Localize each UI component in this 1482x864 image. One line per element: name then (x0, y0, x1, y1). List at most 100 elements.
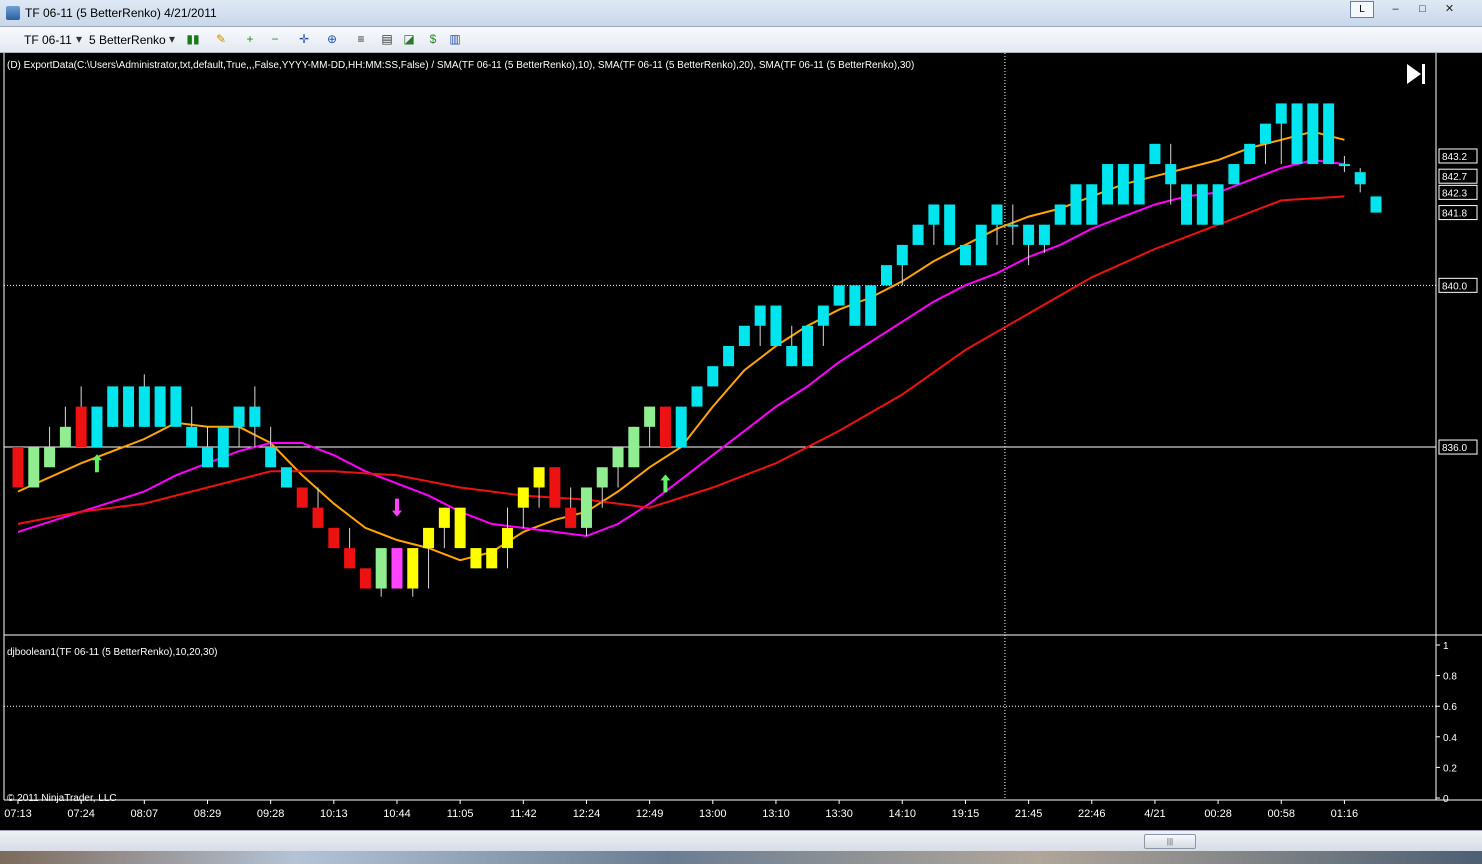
zoom-box-icon[interactable]: ⊕ (325, 32, 339, 46)
time-label: 13:00 (699, 808, 727, 820)
candle-body (75, 406, 87, 448)
candle-body (1275, 103, 1287, 124)
panel2-tick-label: 0.2 (1443, 763, 1457, 774)
close-button[interactable]: ✕ (1436, 0, 1463, 18)
chart-properties-icon[interactable]: ▥ (448, 32, 462, 46)
candle-body (1133, 164, 1145, 205)
candle-body (1181, 184, 1193, 225)
sma-line (17, 158, 1345, 538)
candle-body (59, 426, 71, 448)
properties-icon[interactable]: $ (426, 32, 440, 46)
candle-body (723, 345, 735, 367)
indicators-icon[interactable]: ≡ (354, 32, 368, 46)
candle-body (770, 305, 782, 346)
period-selector[interactable]: 5 BetterRenko (89, 33, 166, 47)
window-titlebar: TF 06-11 (5 BetterRenko) 4/21/2011 L – □… (0, 0, 1482, 27)
candle-body (407, 548, 419, 589)
minimize-button[interactable]: – (1382, 0, 1409, 18)
time-label: 08:29 (194, 808, 222, 820)
zoom-in-icon[interactable]: + (243, 32, 257, 46)
horizontal-scrollbar[interactable]: ||| (0, 830, 1482, 851)
time-label: 07:13 (4, 808, 32, 820)
candle-body (565, 507, 577, 528)
price-label: 841.8 (1442, 209, 1467, 220)
time-label: 12:24 (573, 808, 601, 820)
candle-body (1259, 123, 1271, 144)
candle-body (1338, 164, 1350, 167)
panel2-tick-label: 0.8 (1443, 672, 1457, 683)
candle-body (1370, 196, 1382, 213)
candle-body (628, 426, 640, 468)
candle-body (502, 527, 514, 549)
candle-body (344, 548, 356, 569)
time-label: 00:58 (1267, 808, 1295, 820)
candle-body (817, 305, 829, 326)
candle-body (486, 548, 498, 569)
candle-body (312, 507, 324, 528)
candle-body (1165, 164, 1177, 185)
bar-type-icon[interactable]: ▮▮ (186, 32, 200, 46)
app-icon (6, 6, 20, 20)
axis-layer: 843.2 842.7 842.3 841.8 840.0 836.0 1 0.8 0.6 0.4… (4, 148, 1478, 820)
candle-body (44, 447, 56, 468)
candle-body (233, 406, 245, 427)
restore-button[interactable]: □ (1409, 0, 1436, 18)
candle-body (533, 467, 545, 488)
candle-body (1307, 103, 1319, 165)
candle-body (1102, 164, 1114, 205)
sma-line (17, 195, 1345, 525)
strategies-icon[interactable]: ▤ (380, 32, 394, 46)
candle-body (754, 305, 766, 326)
skip-to-end-icon[interactable] (1407, 64, 1425, 84)
candle-body (249, 406, 261, 427)
candle-body (1228, 164, 1240, 185)
candle-body (265, 447, 277, 468)
period-dropdown-icon[interactable]: ▾ (165, 32, 179, 46)
candle-body (1023, 224, 1035, 245)
instrument-selector[interactable]: TF 06-11 (24, 33, 72, 47)
time-label: 13:30 (825, 808, 853, 820)
data-box-icon[interactable]: ◪ (402, 32, 416, 46)
time-label: 4/21 (1144, 808, 1165, 820)
link-button[interactable]: L (1350, 1, 1374, 18)
candle-body (580, 487, 592, 528)
candle-body (280, 467, 292, 488)
candle-body (991, 204, 1003, 225)
candle-body (138, 386, 150, 427)
panel2-label: djboolean1(TF 06-11 (5 BetterRenko),10,2… (7, 647, 218, 658)
panel2-tick-label: 1 (1443, 641, 1449, 652)
candle-body (975, 224, 987, 266)
price-label: 842.7 (1442, 172, 1467, 183)
scrollbar-thumb[interactable]: ||| (1144, 834, 1196, 849)
candle-body (201, 447, 213, 468)
instrument-dropdown-icon[interactable]: ▾ (72, 32, 86, 46)
candle-body (470, 548, 482, 569)
candle-body (612, 447, 624, 468)
candle-body (849, 285, 861, 326)
time-label: 08:07 (131, 808, 159, 820)
price-chart[interactable]: 843.2 842.7 842.3 841.8 840.0 836.0 1 0.8 0.6 0.4… (0, 53, 1482, 830)
down-arrow-signal (391, 498, 402, 517)
candle-body (328, 527, 340, 549)
candle-body (865, 285, 877, 326)
candle-body (1086, 184, 1098, 225)
candle-body (517, 487, 529, 508)
candle-body (1354, 172, 1366, 185)
copyright-label: © 2011 NinjaTrader, LLC (7, 793, 117, 804)
candle-body (707, 366, 719, 387)
candle-body (123, 386, 135, 427)
candle-body (1117, 164, 1129, 205)
chart-toolbar: TF 06-11 ▾ 5 BetterRenko ▾ ▮▮ ✎ + − ✛ ⊕ … (0, 27, 1482, 53)
candle-body (659, 406, 671, 448)
candle-body (896, 244, 908, 266)
candle-body (691, 386, 703, 407)
crosshair-icon[interactable]: ✛ (297, 32, 311, 46)
time-label: 11:05 (447, 808, 474, 820)
candle-body (1323, 103, 1335, 165)
sma-layer (17, 130, 1345, 562)
price-label: 840.0 (1442, 281, 1467, 292)
candle-body (1291, 103, 1303, 165)
zoom-out-icon[interactable]: − (268, 32, 282, 46)
time-label: 13:10 (762, 808, 790, 820)
draw-icon[interactable]: ✎ (214, 32, 228, 46)
